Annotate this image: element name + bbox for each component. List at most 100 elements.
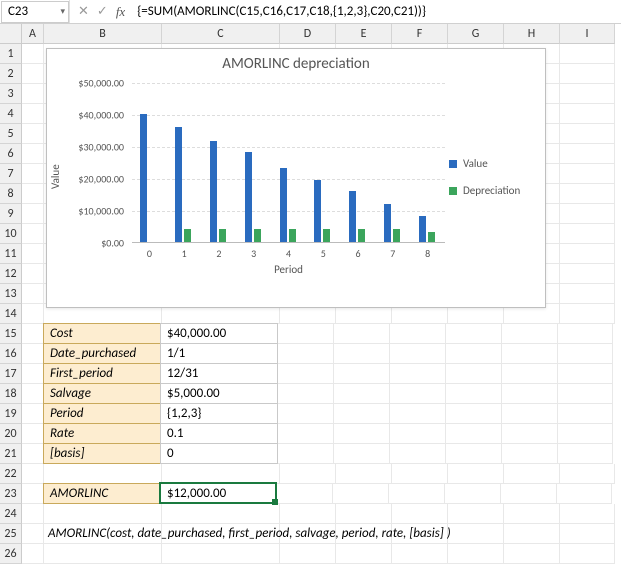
row-header-5[interactable]: 5: [0, 124, 22, 144]
cell-F26[interactable]: [392, 544, 448, 564]
cell-F23[interactable]: [389, 484, 445, 504]
cell-H25[interactable]: [504, 524, 560, 544]
cell-E22[interactable]: [336, 464, 392, 484]
cell-A20[interactable]: [22, 424, 44, 444]
cell-I11[interactable]: [560, 244, 615, 264]
cell-E26[interactable]: [336, 544, 392, 564]
cell-A16[interactable]: [22, 344, 44, 364]
cell-A8[interactable]: [22, 184, 44, 204]
cell-H20[interactable]: [502, 424, 558, 444]
cell-A4[interactable]: [22, 104, 44, 124]
cell-I2[interactable]: [560, 64, 615, 84]
row-header-11[interactable]: 11: [0, 244, 22, 264]
cell-C26[interactable]: [162, 544, 280, 564]
row-header-1[interactable]: 1: [0, 44, 22, 64]
cell-G16[interactable]: [446, 344, 502, 364]
cell-I3[interactable]: [560, 84, 615, 104]
cell-F17[interactable]: [390, 364, 446, 384]
cell-I21[interactable]: [558, 444, 613, 464]
cell-F22[interactable]: [392, 464, 448, 484]
cell-G18[interactable]: [446, 384, 502, 404]
cell-C19[interactable]: {1,2,3}: [160, 403, 278, 424]
cell-B25[interactable]: AMORLINC(cost, date_purchased, first_per…: [44, 524, 162, 544]
column-header-C[interactable]: C: [162, 24, 280, 44]
cell-D24[interactable]: [280, 504, 336, 524]
column-header-G[interactable]: G: [448, 24, 504, 44]
cell-D18[interactable]: [278, 384, 334, 404]
cell-B18[interactable]: Salvage: [43, 383, 161, 404]
name-box[interactable]: C23 ▾: [1, 1, 69, 23]
column-header-B[interactable]: B: [44, 24, 162, 44]
cell-H17[interactable]: [502, 364, 558, 384]
cell-D20[interactable]: [278, 424, 334, 444]
cell-F18[interactable]: [390, 384, 446, 404]
cell-A19[interactable]: [22, 404, 44, 424]
row-header-17[interactable]: 17: [0, 364, 22, 384]
cell-I4[interactable]: [560, 104, 615, 124]
row-header-12[interactable]: 12: [0, 264, 22, 284]
cancel-icon[interactable]: ✕: [78, 4, 89, 19]
cell-A14[interactable]: [22, 304, 44, 324]
fill-handle[interactable]: [272, 499, 278, 505]
accept-icon[interactable]: ✓: [97, 4, 108, 19]
cell-I20[interactable]: [558, 424, 613, 444]
cell-D21[interactable]: [278, 444, 334, 464]
cell-D22[interactable]: [280, 464, 336, 484]
cell-H19[interactable]: [502, 404, 558, 424]
cell-B15[interactable]: Cost: [43, 323, 161, 344]
cell-B21[interactable]: [basis]: [43, 443, 161, 464]
row-header-14[interactable]: 14: [0, 304, 22, 324]
cell-A1[interactable]: [22, 44, 44, 64]
cell-C24[interactable]: [162, 504, 280, 524]
cell-I22[interactable]: [560, 464, 615, 484]
row-header-26[interactable]: 26: [0, 544, 22, 564]
cell-G22[interactable]: [448, 464, 504, 484]
cell-A26[interactable]: [22, 544, 44, 564]
column-header-D[interactable]: D: [280, 24, 336, 44]
cell-F15[interactable]: [390, 324, 446, 344]
cell-I13[interactable]: [560, 284, 615, 304]
select-all-corner[interactable]: [0, 24, 22, 44]
cell-A2[interactable]: [22, 64, 44, 84]
cell-C20[interactable]: 0.1: [160, 423, 278, 444]
row-header-6[interactable]: 6: [0, 144, 22, 164]
cell-E24[interactable]: [336, 504, 392, 524]
cell-E19[interactable]: [334, 404, 390, 424]
cell-A13[interactable]: [22, 284, 44, 304]
cell-I7[interactable]: [560, 164, 615, 184]
cell-C21[interactable]: 0: [160, 443, 278, 464]
cell-G21[interactable]: [446, 444, 502, 464]
cell-A5[interactable]: [22, 124, 44, 144]
row-header-21[interactable]: 21: [0, 444, 22, 464]
cell-A25[interactable]: [22, 524, 44, 544]
row-header-3[interactable]: 3: [0, 84, 22, 104]
row-header-19[interactable]: 19: [0, 404, 22, 424]
cell-A6[interactable]: [22, 144, 44, 164]
cell-C16[interactable]: 1/1: [160, 343, 278, 364]
cell-B16[interactable]: Date_purchased: [43, 343, 161, 364]
cell-E21[interactable]: [334, 444, 390, 464]
cell-D17[interactable]: [278, 364, 334, 384]
cell-B19[interactable]: Period: [43, 403, 161, 424]
cell-I24[interactable]: [560, 504, 615, 524]
cell-I9[interactable]: [560, 204, 615, 224]
cell-I8[interactable]: [560, 184, 615, 204]
cell-A23[interactable]: [22, 484, 44, 504]
cell-B24[interactable]: [44, 504, 162, 524]
cell-I25[interactable]: [560, 524, 615, 544]
row-header-4[interactable]: 4: [0, 104, 22, 124]
cell-E16[interactable]: [334, 344, 390, 364]
cell-B20[interactable]: Rate: [43, 423, 161, 444]
cell-I14[interactable]: [560, 304, 615, 324]
cell-A11[interactable]: [22, 244, 44, 264]
cell-A12[interactable]: [22, 264, 44, 284]
column-header-F[interactable]: F: [392, 24, 448, 44]
cell-I18[interactable]: [558, 384, 613, 404]
cell-A10[interactable]: [22, 224, 44, 244]
cell-A7[interactable]: [22, 164, 44, 184]
column-header-E[interactable]: E: [336, 24, 392, 44]
cell-E18[interactable]: [334, 384, 390, 404]
cell-I12[interactable]: [560, 264, 615, 284]
chevron-down-icon[interactable]: ▾: [60, 6, 65, 17]
cell-I16[interactable]: [558, 344, 613, 364]
